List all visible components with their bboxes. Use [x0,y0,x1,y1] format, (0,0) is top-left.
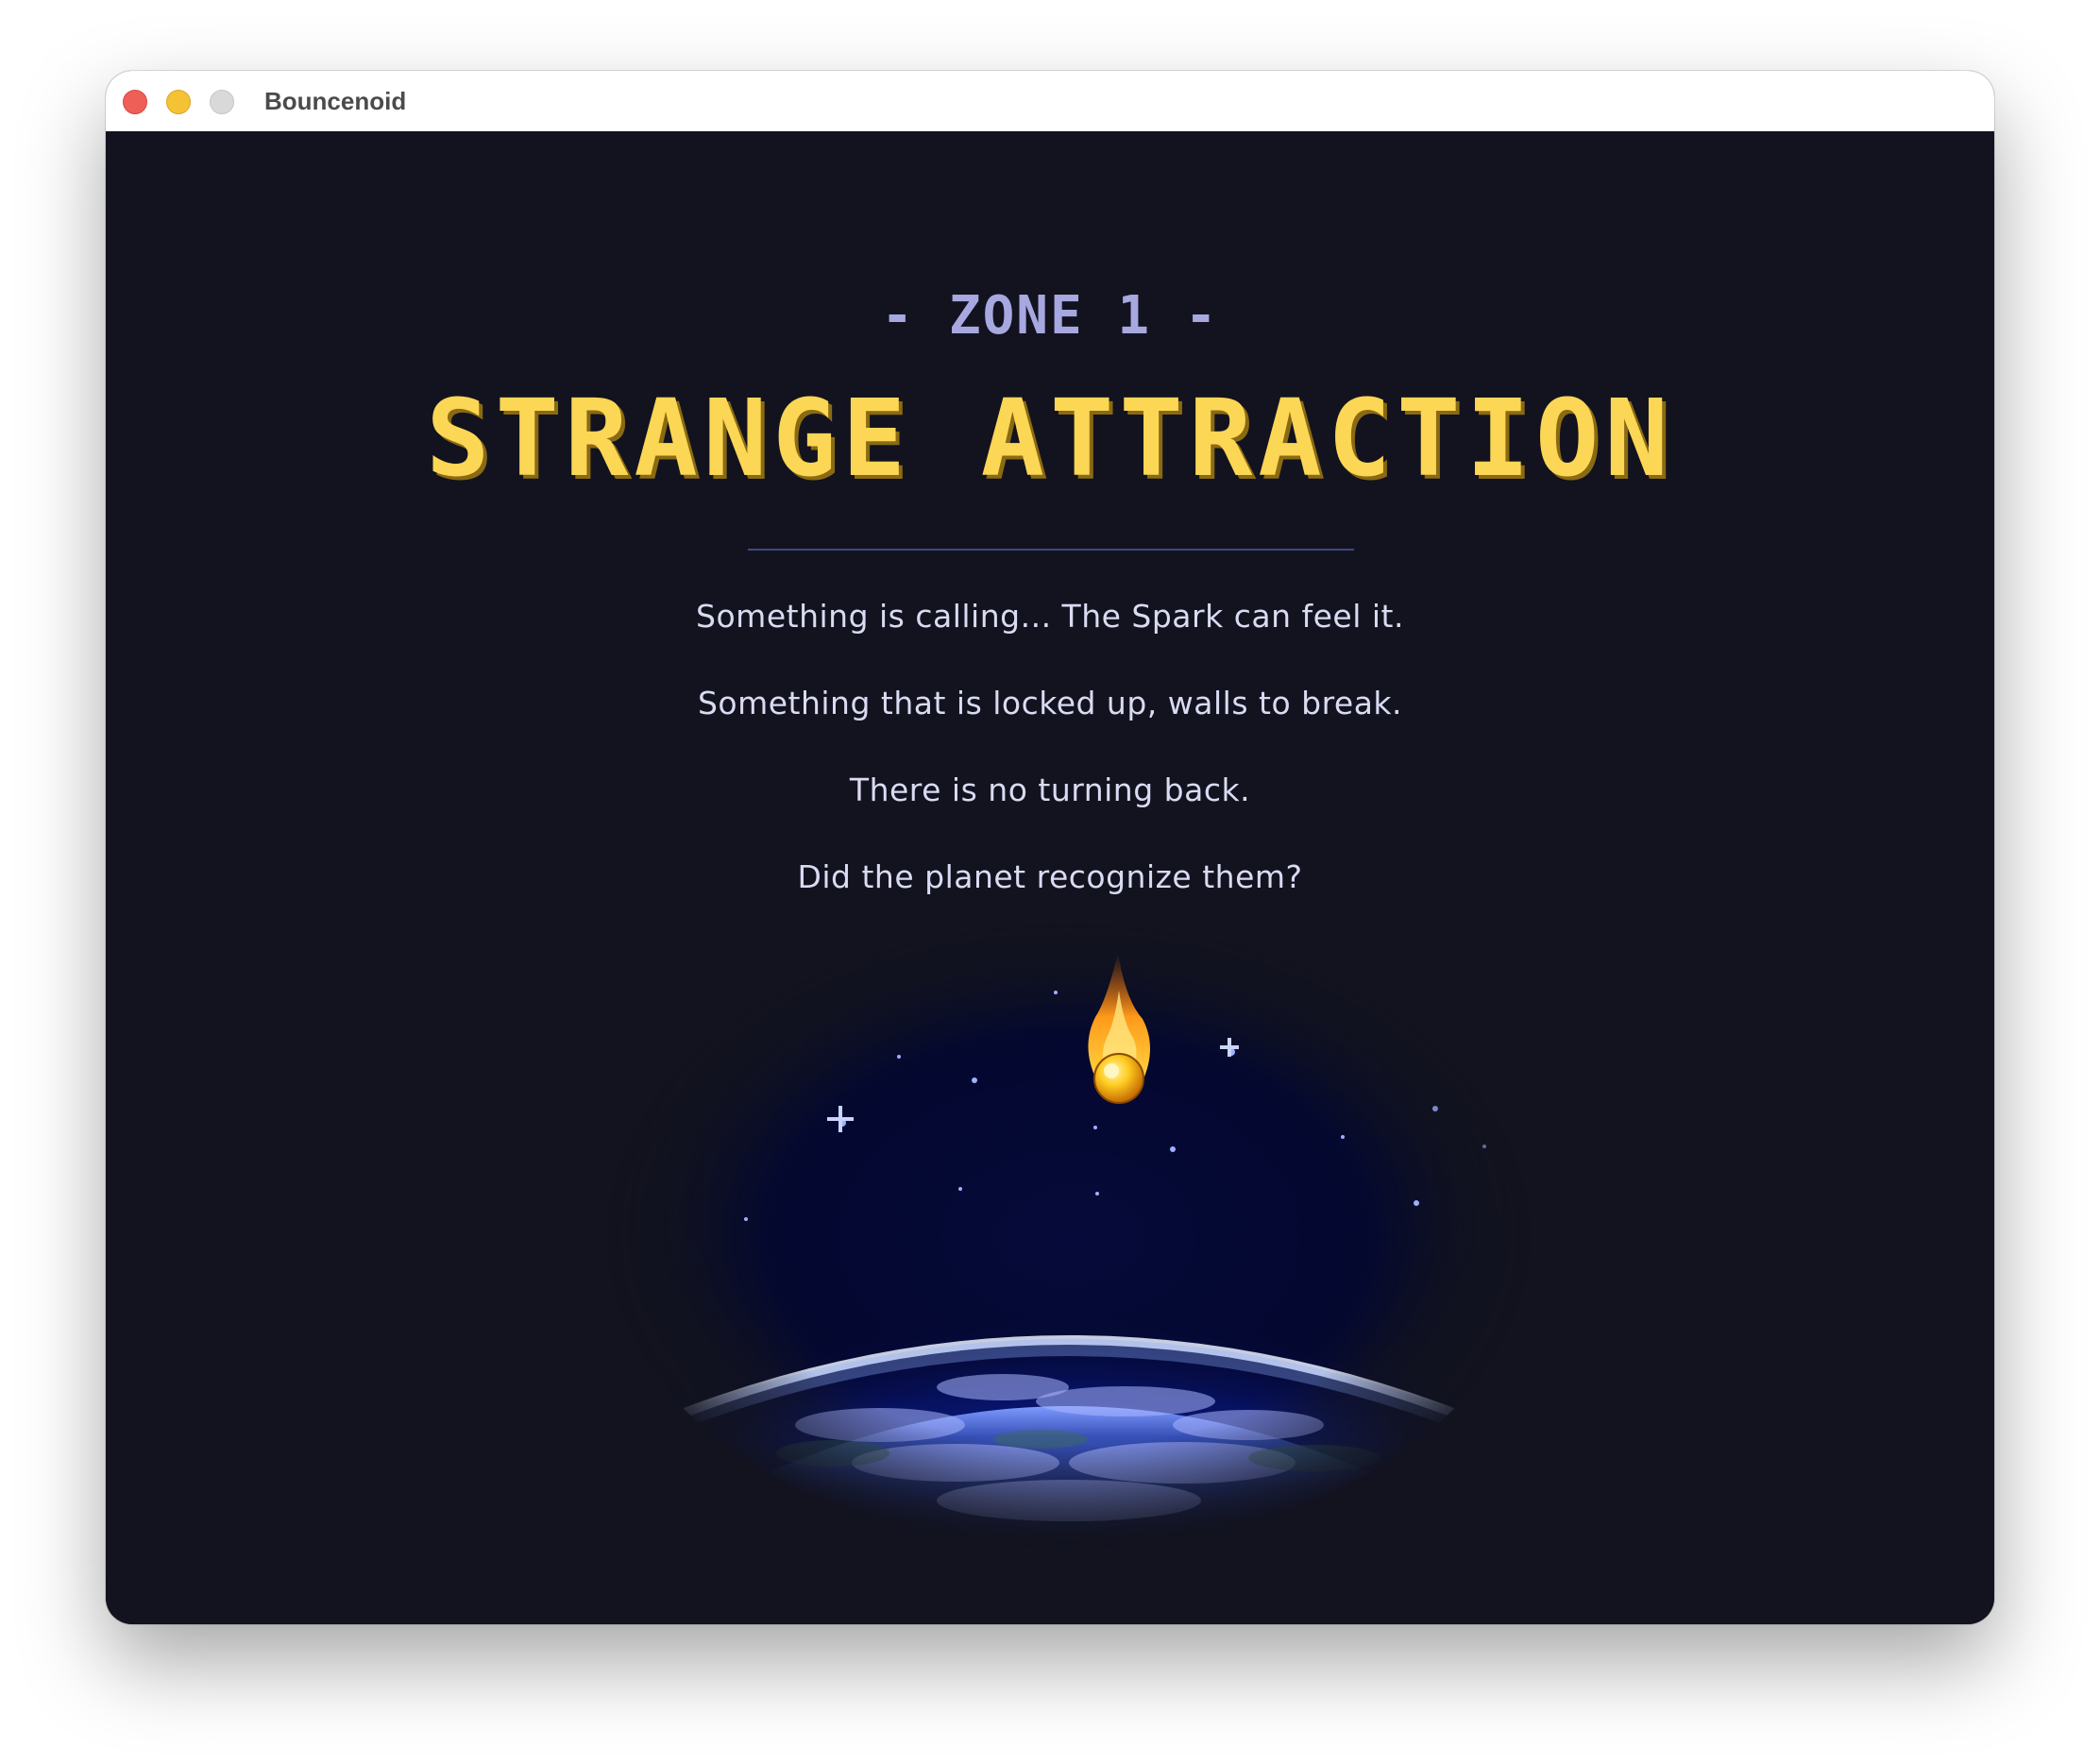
close-window-button[interactable] [123,90,147,114]
story-line-3: There is no turning back. [849,772,1251,808]
minimize-window-button[interactable] [166,90,191,114]
window-titlebar[interactable]: Bouncenoid [106,71,1994,132]
story-line-4: Did the planet recognize them? [797,858,1303,895]
planet-scene [597,896,1541,1557]
story-line-1: Something is calling... The Spark can fe… [696,598,1404,635]
planet-earth-icon [597,924,1541,1557]
game-screen[interactable]: - ZONE 1 - STRANGE ATTRACTION Something … [106,131,1994,1624]
story-line-2: Something that is locked up, walls to br… [697,685,1403,721]
zone-label: - ZONE 1 - [881,285,1219,347]
app-window: Bouncenoid - ZONE 1 - STRANGE ATTRACTION… [106,71,1994,1624]
window-title: Bouncenoid [264,87,407,115]
maximize-window-button[interactable] [210,90,234,114]
zone-title: STRANGE ATTRACTION [426,378,1674,500]
title-divider [748,549,1354,551]
